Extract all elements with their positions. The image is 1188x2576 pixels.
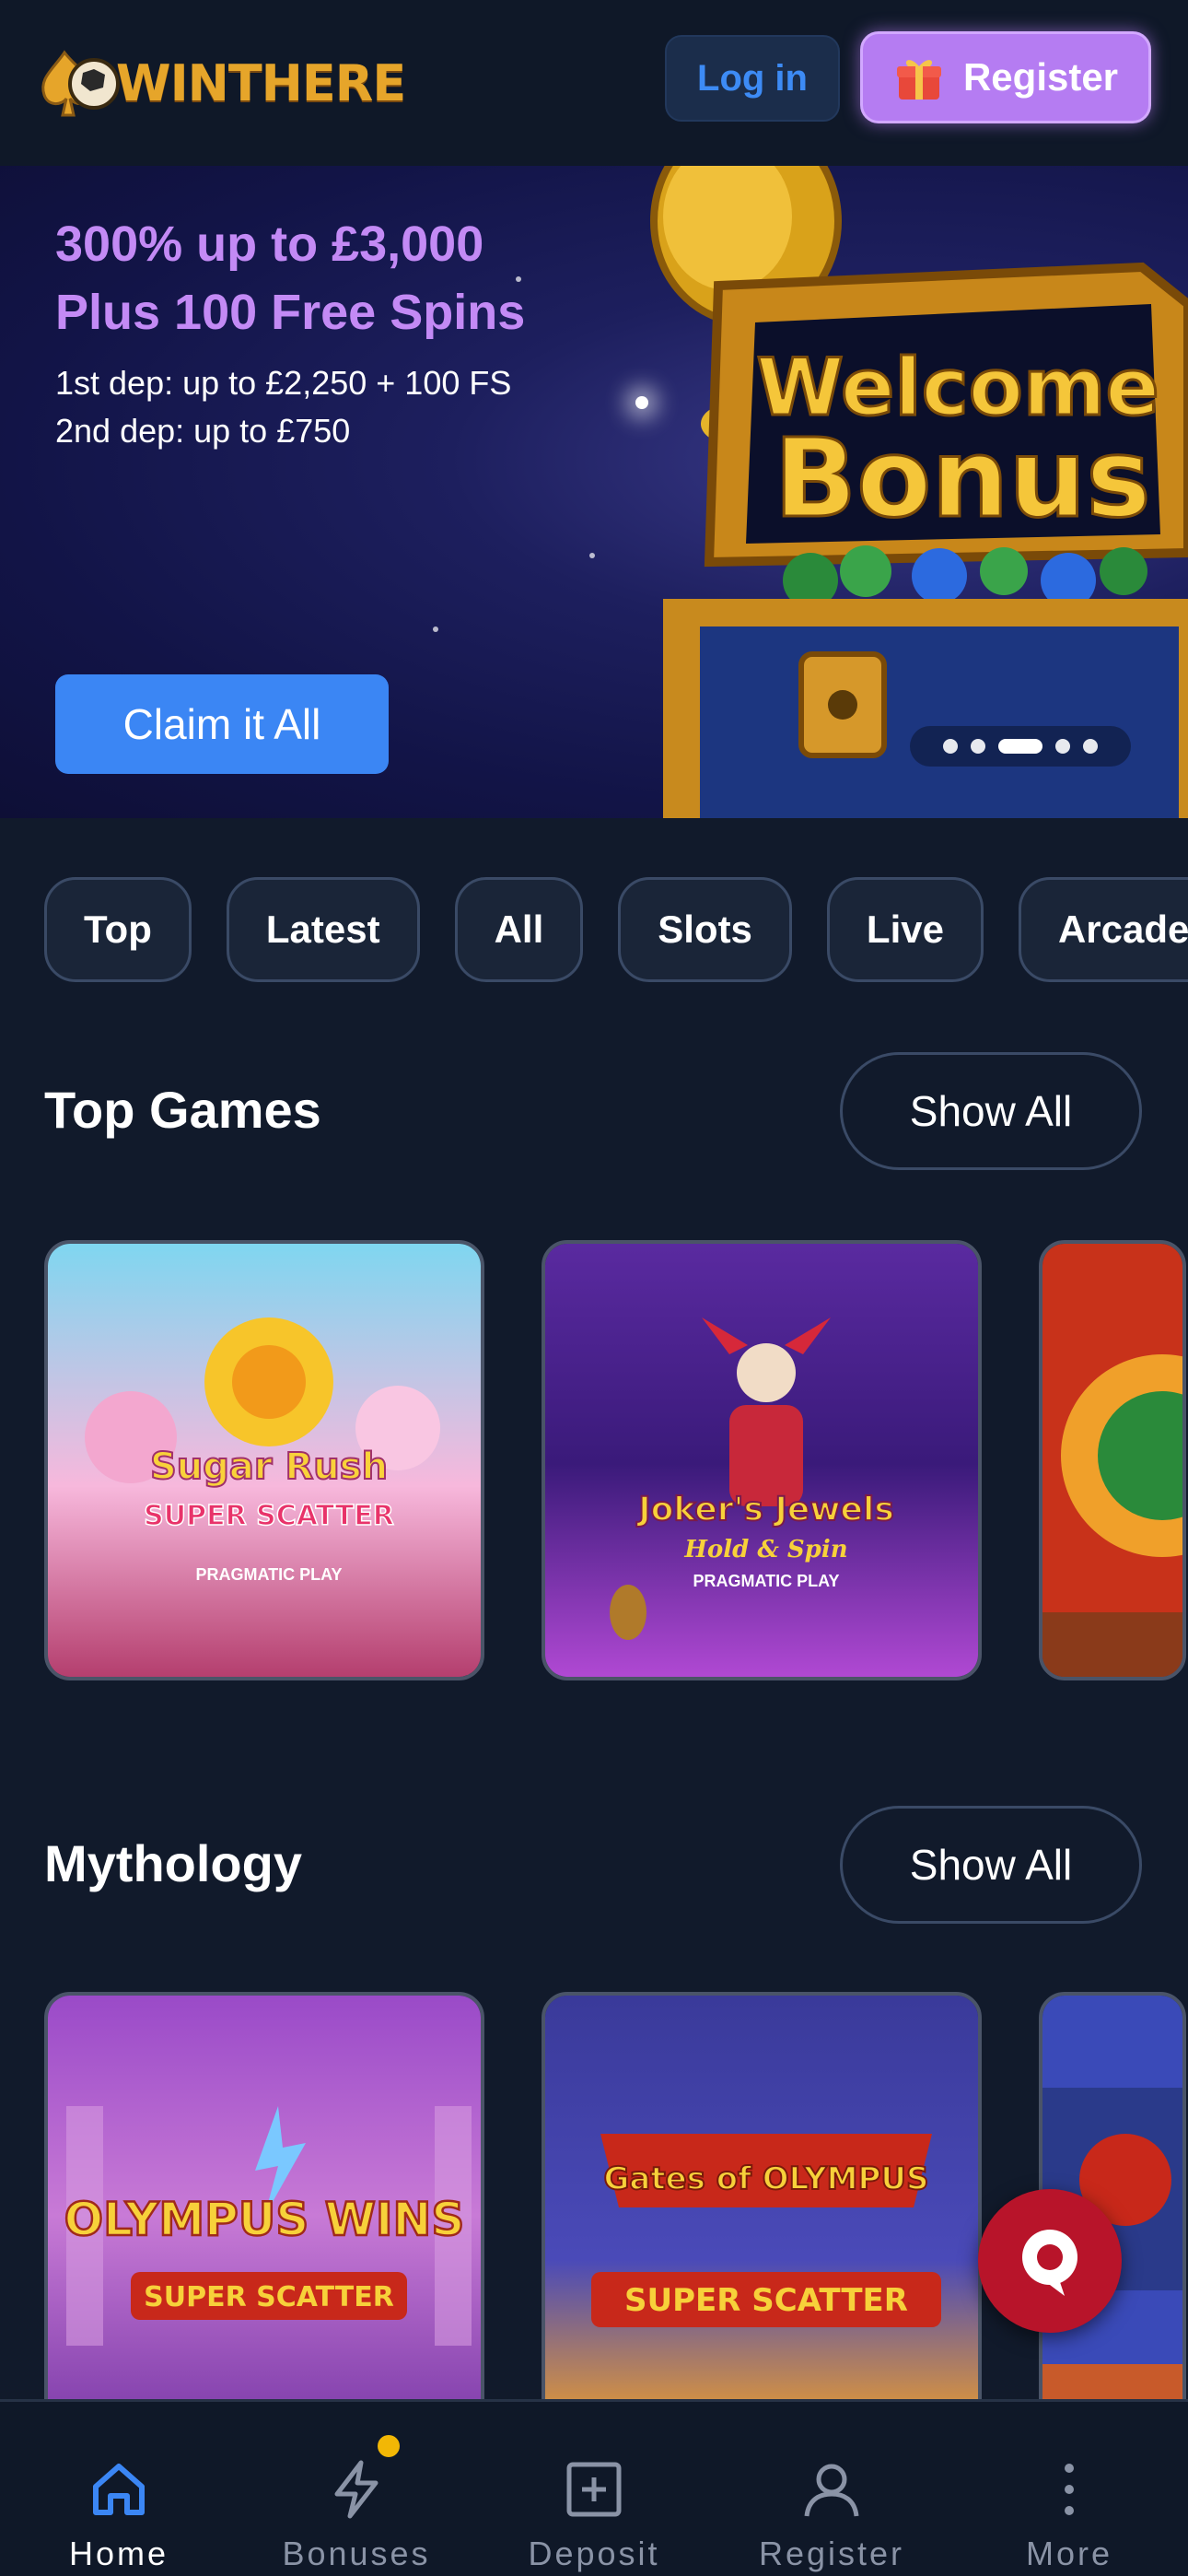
spade-ball-logo-icon (41, 50, 120, 117)
category-all[interactable]: All (454, 877, 584, 982)
nav-label: Deposit (528, 2535, 660, 2572)
game-thumbnail: Sugar Rush SUPER SCATTER PRAGMATIC PLAY (48, 1244, 481, 1677)
nav-label: Bonuses (282, 2535, 431, 2572)
hero-sub-line2: 2nd dep: up to £750 (55, 412, 351, 450)
nav-bonuses[interactable]: Bonuses (238, 2402, 475, 2576)
section-title-mythology: Mythology (44, 1834, 302, 1892)
nav-register[interactable]: Register (713, 2402, 950, 2576)
more-vertical-icon (1065, 2464, 1074, 2515)
nav-label: Home (68, 2535, 169, 2572)
game-card-partial[interactable] (1039, 1240, 1186, 1680)
carousel-dot[interactable] (1055, 739, 1070, 754)
chat-bubble-icon (1022, 2230, 1077, 2296)
notification-badge (378, 2435, 400, 2457)
section-title-top-games: Top Games (44, 1081, 321, 1139)
category-top[interactable]: Top (44, 877, 192, 982)
category-slots[interactable]: Slots (618, 877, 792, 982)
treasure-chest-illustration: Welcome Bonus (650, 166, 1188, 818)
hero-banner[interactable]: 300% up to £3,000 Plus 100 Free Spins 1s… (0, 166, 1188, 818)
register-button[interactable]: Register (860, 31, 1151, 123)
gift-icon (896, 60, 941, 100)
home-icon (93, 2464, 145, 2515)
game-card-olympus-wins[interactable]: OLYMPUS WINS SUPER SCATTER (44, 1992, 484, 2432)
live-chat-button[interactable] (978, 2189, 1122, 2333)
game-provider: PRAGMATIC PLAY (195, 1565, 342, 1584)
logo-text: WINTHERE (116, 53, 406, 112)
category-latest[interactable]: Latest (226, 877, 420, 982)
category-live[interactable]: Live (826, 877, 984, 982)
nav-deposit[interactable]: Deposit (475, 2402, 713, 2576)
game-title: Sugar Rush (150, 1446, 388, 1488)
lightning-icon (334, 2460, 379, 2519)
nav-more[interactable]: More (950, 2402, 1188, 2576)
logo[interactable]: WINTHERE (37, 37, 406, 129)
nav-home[interactable]: Home (0, 2402, 238, 2576)
top-header: WINTHERE Log in Register (0, 0, 1188, 166)
carousel-dots (910, 726, 1131, 767)
game-subtitle: SUPER SCATTER (144, 2281, 394, 2313)
category-arcade[interactable]: Arcade (1018, 877, 1188, 982)
game-subtitle: Hold & Spin (683, 1536, 847, 1563)
game-thumbnail: OLYMPUS WINS SUPER SCATTER (48, 1996, 481, 2429)
hero-title: 300% up to £3,000 Plus 100 Free Spins (55, 210, 645, 346)
show-all-mythology-button[interactable]: Show All (840, 1806, 1142, 1924)
hero-title-line2: Plus 100 Free Spins (55, 285, 526, 340)
nav-label: Register (758, 2535, 905, 2572)
art-text-bonus: Bonus (774, 415, 1150, 542)
game-title: Gates of OLYMPUS (604, 2160, 929, 2197)
game-thumbnail: Joker's Jewels Hold & Spin PRAGMATIC PLA… (545, 1244, 978, 1677)
carousel-dot-active[interactable] (998, 739, 1042, 754)
game-subtitle: SUPER SCATTER (144, 1500, 394, 1532)
game-subtitle: SUPER SCATTER (624, 2282, 908, 2319)
game-thumbnail: Gates of OLYMPUS SUPER SCATTER (545, 1996, 978, 2429)
game-card-sugar-rush[interactable]: Sugar Rush SUPER SCATTER PRAGMATIC PLAY (44, 1240, 484, 1680)
carousel-dot[interactable] (971, 739, 985, 754)
game-card-gates-of-olympus[interactable]: Gates of OLYMPUS SUPER SCATTER (542, 1992, 982, 2432)
hero-title-line1: 300% up to £3,000 (55, 217, 484, 272)
user-icon (804, 2464, 859, 2517)
game-title: Joker's Jewels (635, 1491, 894, 1528)
hero-subtitle: 1st dep: up to £2,250 + 100 FS 2nd dep: … (55, 359, 645, 455)
game-title: OLYMPUS WINS (64, 2193, 465, 2246)
carousel-dot[interactable] (943, 739, 958, 754)
claim-bonus-button[interactable]: Claim it All (55, 674, 389, 774)
register-label: Register (962, 55, 1119, 99)
login-button[interactable]: Log in (665, 35, 840, 122)
show-all-top-games-button[interactable]: Show All (840, 1052, 1142, 1170)
hero-sub-line1: 1st dep: up to £2,250 + 100 FS (55, 364, 512, 402)
carousel-dot[interactable] (1083, 739, 1098, 754)
category-filter-bar: Top Latest All Slots Live Arcade (44, 877, 1188, 982)
bottom-navigation: Home Bonuses Deposit Register More (0, 2399, 1188, 2576)
game-card-jokers-jewels[interactable]: Joker's Jewels Hold & Spin PRAGMATIC PLA… (542, 1240, 982, 1680)
game-provider: PRAGMATIC PLAY (693, 1572, 839, 1590)
game-thumbnail (1042, 1244, 1182, 1677)
nav-label: More (1025, 2535, 1113, 2572)
plus-square-icon (566, 2462, 622, 2517)
